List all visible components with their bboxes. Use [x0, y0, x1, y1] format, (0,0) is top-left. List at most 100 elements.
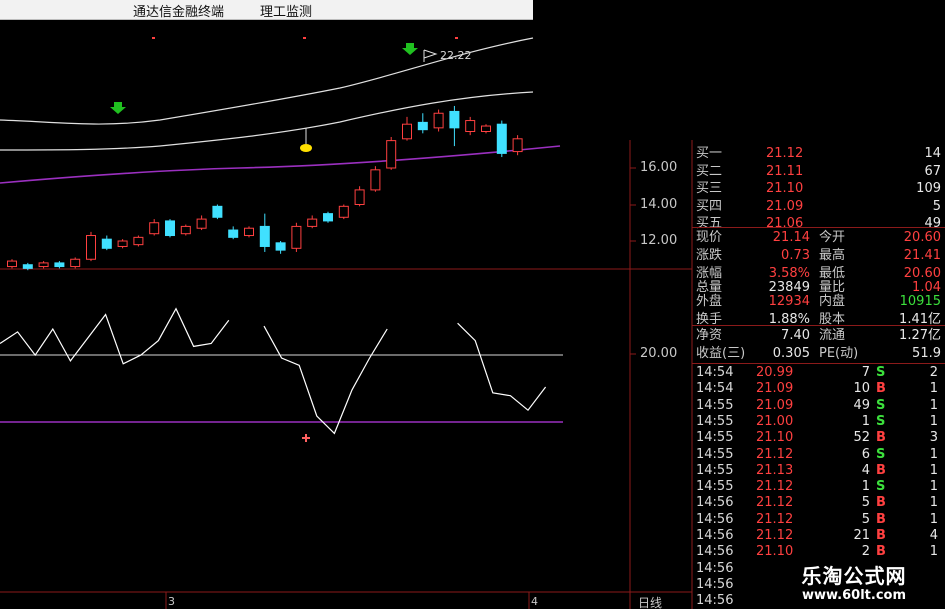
candle-body — [196, 218, 207, 229]
tick-side: B — [876, 462, 886, 478]
bid-volume: 14 — [924, 146, 941, 161]
tick-time: 14:54 — [696, 365, 734, 380]
period-tab[interactable]: 日线 — [638, 594, 662, 609]
bid-row[interactable]: 买二 21.11 67 — [692, 163, 945, 181]
tick-time: 14:56 — [696, 576, 734, 592]
tick-time: 14:55 — [696, 479, 734, 495]
indicator-line — [0, 307, 230, 365]
tick-price: 21.12 — [756, 495, 794, 511]
tick-price: 21.00 — [756, 413, 794, 429]
tick-side: S — [876, 413, 886, 429]
price-axis-label: 16.00 — [640, 160, 678, 175]
tick-volume: 10 — [853, 381, 870, 397]
stat-label: 净资 — [696, 328, 723, 343]
tick-time: 14:56 — [696, 528, 734, 543]
tick-count: 1 — [929, 381, 938, 397]
stat-label: 现价 — [696, 230, 723, 245]
candle-body — [275, 242, 286, 251]
candle-body — [370, 169, 381, 191]
bid-row[interactable]: 买三 21.10 109 — [692, 180, 945, 198]
tick-side: S — [876, 365, 886, 380]
price-axis-label: 12.00 — [640, 233, 678, 248]
candle-body — [180, 225, 191, 235]
tick-volume: 1 — [861, 479, 870, 495]
stat-label: 今开 — [819, 230, 846, 245]
candle-body — [386, 140, 397, 169]
candle-body — [7, 260, 17, 268]
ma-long-line — [0, 145, 561, 184]
candle-body — [165, 220, 175, 237]
indicator-level-label: 20.00 — [640, 346, 678, 361]
tick-volume: 49 — [853, 397, 870, 413]
stat-value: 51.9 — [912, 346, 941, 361]
divider — [692, 325, 945, 326]
tick-time: 14:56 — [696, 511, 734, 527]
tick-row: 14:55 21.13 4 B 1 — [692, 462, 945, 480]
bid-label: 买一 — [696, 146, 723, 161]
tick-side: S — [876, 446, 886, 462]
stat-label: 最高 — [819, 248, 846, 263]
bid-row[interactable]: 买一 21.12 14 — [692, 145, 945, 163]
candle-body — [212, 205, 223, 218]
bid-volume: 109 — [916, 181, 941, 197]
tick-time: 14:56 — [696, 544, 734, 560]
candle-body — [307, 218, 318, 227]
tick-price: 21.09 — [756, 381, 794, 397]
tick-time: 14:55 — [696, 430, 734, 446]
x-axis-label: 3 — [168, 595, 175, 608]
tick-side: S — [876, 479, 886, 495]
indicator-line — [457, 322, 547, 412]
candle-body — [101, 238, 112, 249]
candle-body — [338, 205, 349, 218]
stat-value: 20.60 — [903, 230, 941, 245]
candlestick-series — [7, 105, 523, 271]
stat-label: 外盘 — [696, 294, 723, 309]
tick-side: B — [876, 430, 886, 446]
tick-count: 1 — [929, 495, 938, 511]
bid-price: 21.10 — [766, 181, 804, 197]
stat-value: 1.27亿 — [899, 328, 941, 343]
tick-time: 14:55 — [696, 397, 734, 413]
candle-body — [117, 240, 128, 247]
bid-row[interactable]: 买四 21.09 5 — [692, 198, 945, 216]
bottom-signal-dot-icon — [300, 144, 312, 152]
tick-count: 1 — [929, 462, 938, 478]
stat-row: 收益(三) 0.305 PE(动) 51.9 — [692, 345, 945, 363]
app-subtitle: 理工监测 — [260, 5, 313, 20]
candle-body — [323, 213, 333, 222]
candle-body — [149, 222, 160, 235]
price-annotation: 22.22 — [440, 49, 472, 62]
tick-row: 14:56 21.12 5 B 1 — [692, 494, 945, 512]
tick-row: 14:55 21.10 52 B 3 — [692, 429, 945, 447]
stat-row: 涨跌 0.73 最高 21.41 — [692, 247, 945, 265]
tick-time: 14:56 — [696, 593, 734, 609]
quote-panel: 买一 21.12 14 买二 21.11 67 买三 21.10 109 买四 21.09 5 买五 21… — [692, 141, 945, 609]
tick-row: 14:55 21.00 1 S 1 — [692, 413, 945, 431]
stat-label: 内盘 — [819, 294, 846, 309]
tick-count: 2 — [929, 365, 938, 380]
candle-body — [22, 264, 33, 269]
tick-count: 1 — [929, 397, 938, 413]
tick-time: 14:55 — [696, 462, 734, 478]
bid-label: 买三 — [696, 181, 723, 197]
candle-body — [433, 112, 444, 129]
divider — [692, 227, 945, 228]
candle-body — [38, 262, 49, 268]
tick-time: 14:54 — [696, 381, 734, 397]
tick-volume: 4 — [861, 462, 870, 478]
tick-volume: 7 — [861, 365, 870, 380]
price-axis-label: 14.00 — [640, 197, 678, 212]
stat-value: 0.73 — [781, 248, 810, 263]
tick-count: 3 — [929, 430, 938, 446]
buy-signal-arrow-icon — [402, 43, 418, 55]
tick-count: 4 — [929, 528, 938, 543]
title-bar: 通达信金融终端 理工监测 — [0, 0, 533, 20]
indicator-line — [263, 325, 388, 435]
candle-body — [402, 123, 412, 140]
indicator-series — [0, 307, 547, 435]
tick-price: 21.12 — [756, 511, 794, 527]
stat-value: 21.14 — [772, 230, 810, 245]
candle-body — [449, 110, 460, 129]
candle-body — [512, 138, 523, 153]
tick-time: 14:56 — [696, 560, 734, 576]
